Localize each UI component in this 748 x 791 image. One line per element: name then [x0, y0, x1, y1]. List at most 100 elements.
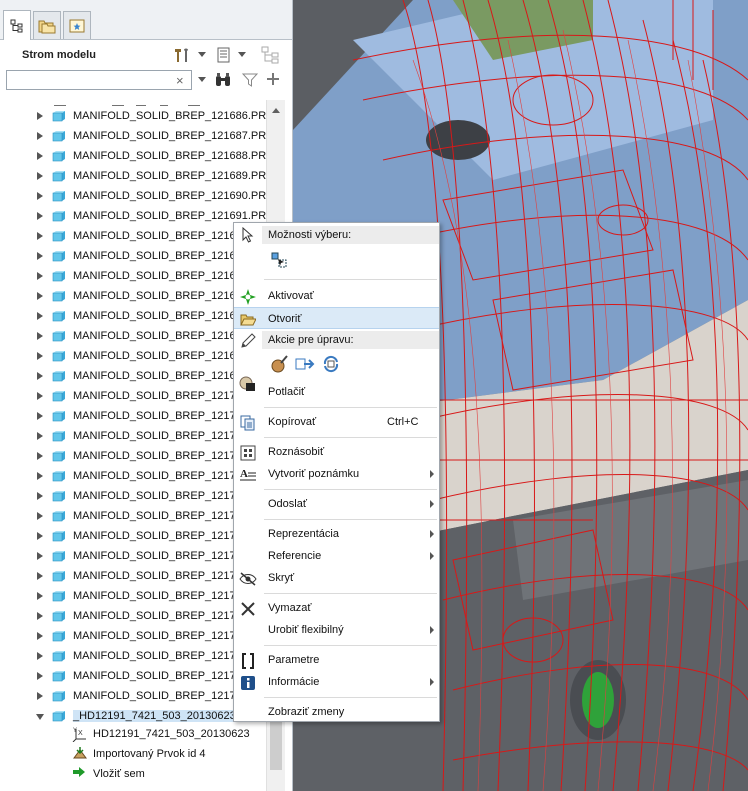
expand-arrow-icon[interactable] — [37, 332, 43, 340]
expand-arrow-icon[interactable] — [37, 372, 43, 380]
tree-row[interactable]: MANIFOLD_SOLID_BREP_121695 — [0, 286, 266, 306]
expand-arrow-icon[interactable] — [37, 212, 43, 220]
tree-row[interactable]: MANIFOLD_SOLID_BREP_121701 — [0, 406, 266, 426]
expand-arrow-icon[interactable] — [37, 352, 43, 360]
expand-arrow-icon[interactable] — [37, 152, 43, 160]
tree-row[interactable]: MANIFOLD_SOLID_BREP_121700 — [0, 386, 266, 406]
tree-filter-disabled-icon[interactable] — [260, 44, 282, 66]
add-icon[interactable] — [266, 72, 280, 89]
tree-row[interactable]: MANIFOLD_SOLID_BREP_121706 — [0, 506, 266, 526]
menu-item-pattern[interactable]: Roznásobiť — [234, 441, 439, 463]
binoculars-icon[interactable] — [214, 72, 232, 91]
scroll-up-arrow-icon[interactable] — [272, 108, 280, 113]
menu-item-activate[interactable]: Aktivovať — [234, 285, 439, 307]
tree-row[interactable]: MANIFOLD_SOLID_BREP_121713 — [0, 646, 266, 666]
tree-row[interactable]: MANIFOLD_SOLID_BREP_121690.PRT — [0, 186, 266, 206]
expand-arrow-icon[interactable] — [37, 552, 43, 560]
expand-arrow-icon[interactable] — [37, 572, 43, 580]
tab-folder-browser[interactable] — [33, 11, 61, 39]
expand-arrow-icon[interactable] — [37, 252, 43, 260]
chevron-down-icon-3[interactable] — [198, 72, 206, 86]
menu-item-copy[interactable]: Kopírovať Ctrl+C — [234, 411, 439, 433]
tree-row[interactable]: MANIFOLD_SOLID_BREP_121694 — [0, 266, 266, 286]
tree-row[interactable]: MANIFOLD_SOLID_BREP_121697 — [0, 326, 266, 346]
tree-sub-item[interactable]: Importovaný Prvok id 4 — [72, 744, 266, 764]
search-input[interactable] — [6, 70, 192, 90]
expand-arrow-icon[interactable] — [37, 532, 43, 540]
expand-arrow-icon[interactable] — [37, 692, 43, 700]
tree-row[interactable]: MANIFOLD_SOLID_BREP_121715 — [0, 686, 266, 706]
select-component-icon[interactable] — [268, 249, 290, 271]
menu-item-suppress[interactable]: Potlačiť — [234, 376, 439, 403]
tree-row[interactable]: MANIFOLD_SOLID_BREP_121704 — [0, 466, 266, 486]
expand-arrow-icon[interactable] — [37, 672, 43, 680]
tree-row[interactable]: MANIFOLD_SOLID_BREP_121702 — [0, 426, 266, 446]
expand-arrow-icon[interactable] — [37, 652, 43, 660]
expand-arrow-icon[interactable] — [37, 232, 43, 240]
tree-row[interactable]: MANIFOLD_SOLID_BREP_121711 — [0, 606, 266, 626]
expand-arrow-icon[interactable] — [37, 492, 43, 500]
tree-row[interactable]: MANIFOLD_SOLID_BREP_121696 — [0, 306, 266, 326]
expand-arrow-icon[interactable] — [37, 452, 43, 460]
menu-item-references[interactable]: Referencie — [234, 545, 439, 567]
tree-sub-item[interactable]: Vložiť sem — [72, 764, 266, 784]
expand-arrow-icon[interactable] — [37, 612, 43, 620]
tree-row[interactable]: MANIFOLD_SOLID_BREP_121710 — [0, 586, 266, 606]
tree-row[interactable]: MANIFOLD_SOLID_BREP_121712 — [0, 626, 266, 646]
tree-row[interactable]: MANIFOLD_SOLID_BREP_121693 — [0, 246, 266, 266]
tree-row-selected[interactable]: _HD12191_7421_503_20130623 — [0, 706, 266, 726]
tree-row[interactable]: MANIFOLD_SOLID_BREP_121688.PRT — [0, 146, 266, 166]
tree-row[interactable]: MANIFOLD_SOLID_BREP_121699 — [0, 366, 266, 386]
tree-row[interactable]: MANIFOLD_SOLID_BREP_121689.PRT — [0, 166, 266, 186]
tree-row[interactable]: MANIFOLD_SOLID_BREP_121686.PRT — [0, 106, 266, 126]
expand-arrow-icon[interactable] — [37, 392, 43, 400]
menu-item-hide[interactable]: Skryť — [234, 567, 439, 589]
tree-row[interactable]: MANIFOLD_SOLID_BREP_121691.PRT — [0, 206, 266, 226]
expand-arrow-icon[interactable] — [37, 412, 43, 420]
tree-row[interactable]: MANIFOLD_SOLID_BREP_121709 — [0, 566, 266, 586]
tree-row[interactable]: MANIFOLD_SOLID_BREP_121687.PRT — [0, 126, 266, 146]
edit-references-icon[interactable] — [294, 353, 316, 375]
menu-item-send[interactable]: Odoslať — [234, 493, 439, 515]
tab-model-tree[interactable] — [3, 10, 31, 40]
replace-icon[interactable] — [320, 353, 342, 375]
tree-row-label: MANIFOLD_SOLID_BREP_121693 — [73, 250, 248, 262]
chevron-down-icon[interactable] — [198, 44, 206, 66]
tree-row[interactable]: MANIFOLD_SOLID_BREP_121703 — [0, 446, 266, 466]
menu-item-show-changes[interactable]: Zobraziť zmeny — [234, 701, 439, 723]
expand-arrow-icon[interactable] — [37, 292, 43, 300]
expand-arrow-icon[interactable] — [37, 432, 43, 440]
chevron-down-icon-2[interactable] — [238, 44, 246, 66]
tree-row[interactable]: MANIFOLD_SOLID_BREP_121698 — [0, 346, 266, 366]
tree-row[interactable]: MANIFOLD_SOLID_BREP_121705 — [0, 486, 266, 506]
expand-arrow-icon[interactable] — [37, 592, 43, 600]
expand-arrow-icon[interactable] — [37, 272, 43, 280]
expand-arrow-icon[interactable] — [37, 132, 43, 140]
menu-item-information[interactable]: Informácie — [234, 671, 439, 693]
menu-item-make-flexible[interactable]: Urobiť flexibilný — [234, 619, 439, 641]
show-columns-icon[interactable] — [215, 44, 233, 66]
expand-arrow-icon[interactable] — [37, 512, 43, 520]
expand-arrow-icon[interactable] — [37, 632, 43, 640]
tree-row[interactable]: MANIFOLD_SOLID_BREP_121708 — [0, 546, 266, 566]
filter-icon[interactable] — [241, 72, 259, 91]
menu-item-parameters[interactable]: Parametre — [234, 649, 439, 671]
menu-item-representation[interactable]: Reprezentácia — [234, 523, 439, 545]
tree-row[interactable]: MANIFOLD_SOLID_BREP_121692 — [0, 226, 266, 246]
tab-favorites[interactable] — [63, 11, 91, 39]
menu-item-create-note[interactable]: A Vytvoriť poznámku — [234, 463, 439, 485]
expand-arrow-icon[interactable] — [37, 172, 43, 180]
menu-item-open[interactable]: Otvoriť — [234, 307, 439, 329]
settings-tools-icon[interactable] — [172, 44, 194, 66]
clear-icon[interactable]: × — [176, 73, 184, 88]
tree-row[interactable]: MANIFOLD_SOLID_BREP_121707 — [0, 526, 266, 546]
tree-row[interactable]: MANIFOLD_SOLID_BREP_121714 — [0, 666, 266, 686]
collapse-arrow-icon[interactable] — [36, 714, 44, 720]
expand-arrow-icon[interactable] — [37, 112, 43, 120]
menu-item-delete[interactable]: Vymazať — [234, 597, 439, 619]
tree-sub-item[interactable]: X Y HD12191_7421_503_20130623 — [72, 724, 266, 744]
expand-arrow-icon[interactable] — [37, 192, 43, 200]
expand-arrow-icon[interactable] — [37, 472, 43, 480]
expand-arrow-icon[interactable] — [37, 312, 43, 320]
edit-definition-icon[interactable] — [268, 353, 290, 375]
